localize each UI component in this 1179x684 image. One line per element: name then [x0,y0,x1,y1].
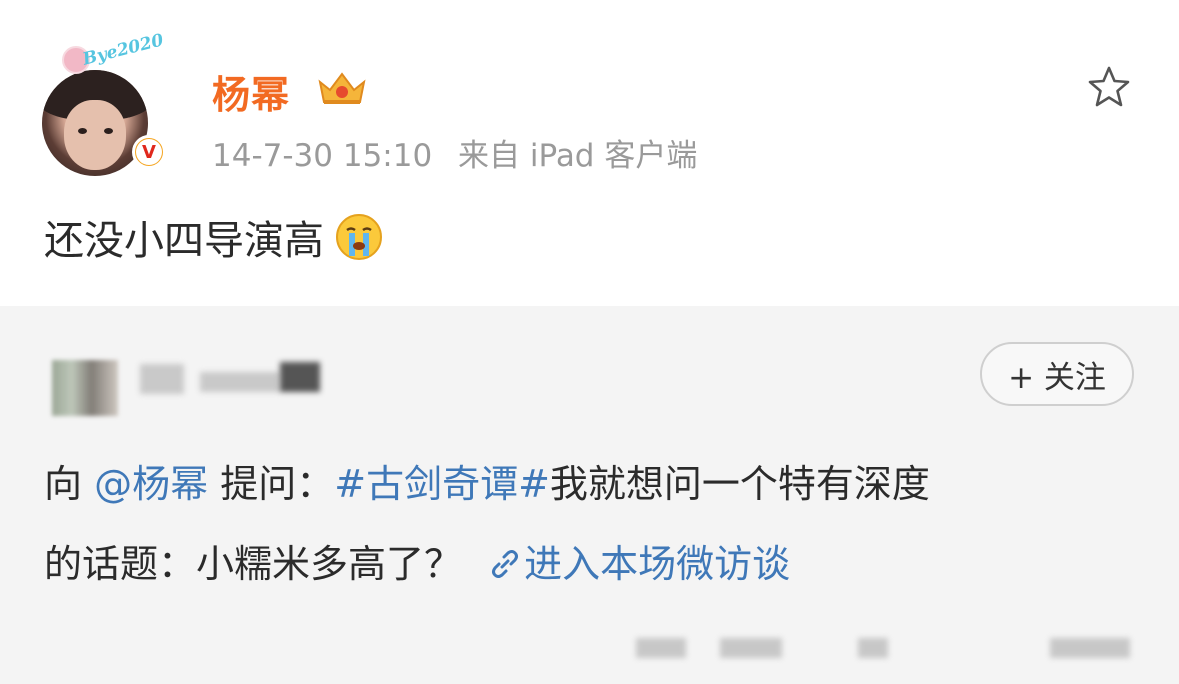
star-icon[interactable] [1086,64,1132,110]
question-line-2: 的话题：小糯米多高了？ [44,542,463,586]
author-name[interactable]: 杨幂 [212,64,290,119]
weibo-post: Bye2020 V 杨幂 14-7-30 15:10 来自 iPad 客户端 还… [0,0,1179,306]
hashtag-link[interactable]: #古剑奇谭# [334,462,550,506]
blurred-username [140,364,184,394]
crying-face-emoji [336,214,382,260]
interview-link[interactable]: 进入本场微访谈 [488,542,790,586]
question-card: + 关注 向 @杨幂 提问：#古剑奇谭#我就想问一个特有深度 的话题：小糯米多高… [0,306,1179,684]
blurred-footer-item [858,638,888,658]
crown-vip-icon[interactable] [316,70,368,106]
post-source: 来自 iPad 客户端 [458,138,698,174]
avatar-caption: Bye2020 [80,30,166,70]
post-timestamp: 14-7-30 15:10 [212,138,433,174]
post-text: 还没小四导演高 [44,218,324,264]
question-prefix: 向 [44,462,83,506]
post-content: 还没小四导演高 [44,208,384,266]
follow-button[interactable]: + 关注 [980,342,1134,406]
author-avatar[interactable]: Bye2020 V [42,30,170,176]
verified-mark: V [136,139,162,165]
link-icon [492,550,519,578]
blurred-footer-item [720,638,782,658]
blurred-avatar [52,360,118,416]
question-text: 向 @杨幂 提问：#古剑奇谭#我就想问一个特有深度 的话题：小糯米多高了？ 进入… [44,444,1144,604]
blurred-username [280,362,320,392]
mention-link[interactable]: @杨幂 [94,462,208,506]
post-meta: 14-7-30 15:10 来自 iPad 客户端 [212,130,713,175]
ask-label: 提问： [220,462,335,506]
question-line-1: 我就想问一个特有深度 [549,462,930,506]
blurred-footer-item [1050,638,1130,658]
avatar-photo [42,70,148,176]
interview-link-text: 进入本场微访谈 [524,542,791,586]
blurred-footer-item [636,638,686,658]
verified-icon: V [132,135,166,169]
blurred-username [200,372,280,392]
